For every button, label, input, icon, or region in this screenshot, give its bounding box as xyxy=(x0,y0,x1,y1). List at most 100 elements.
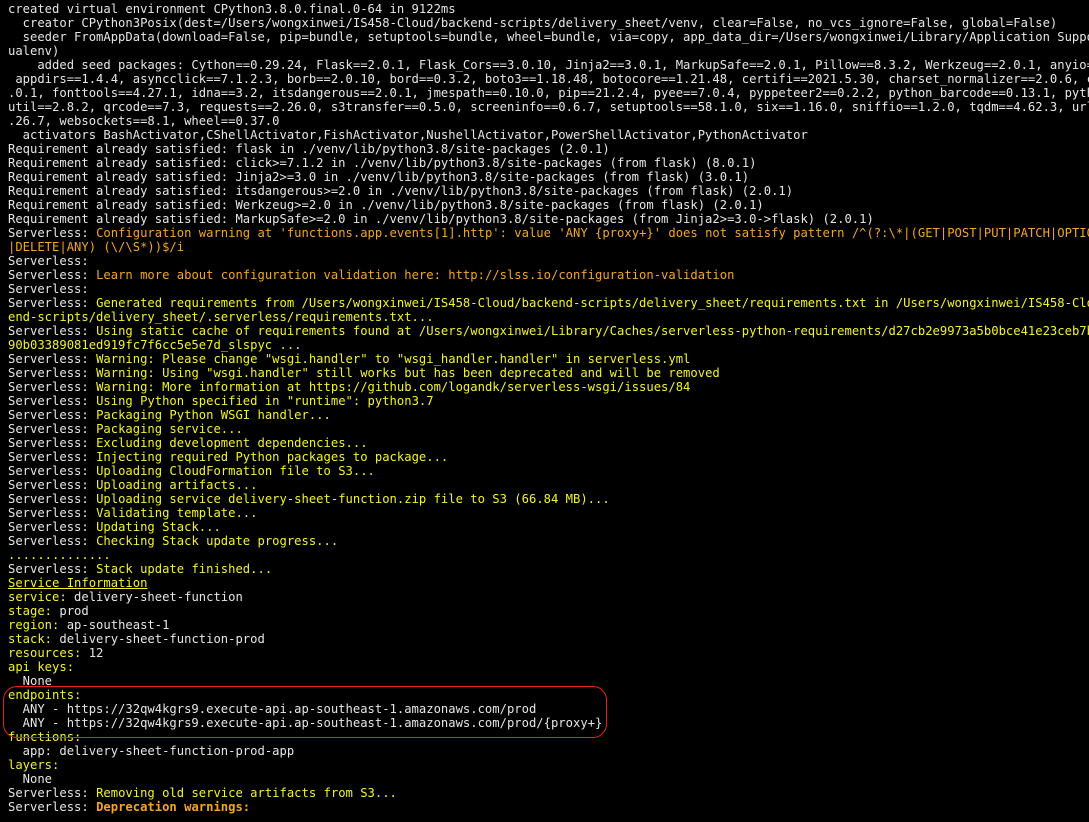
terminal-text: Requirement already satisfied: flask in … xyxy=(8,142,610,156)
terminal-text: .............. xyxy=(8,548,111,562)
terminal-text: Deprecation warnings: xyxy=(96,800,251,814)
terminal-text: Serverless: xyxy=(8,492,97,506)
terminal-text: Serverless: xyxy=(8,282,89,296)
terminal-line: Serverless: Configuration warning at 'fu… xyxy=(8,226,1089,240)
terminal-text: Warning: Using "wsgi.handler" still work… xyxy=(96,366,720,380)
terminal-line: Serverless: Stack update finished... xyxy=(8,562,1089,576)
terminal-text: 90b03389081ed919fc7f6cc5e5e7d_slspyc ... xyxy=(8,338,302,352)
terminal-text: Using Python specified in "runtime": pyt… xyxy=(96,394,434,408)
terminal-text: created virtual environment CPython3.8.0… xyxy=(8,2,456,16)
terminal-line: None xyxy=(8,772,1089,786)
terminal-line: layers: xyxy=(8,758,1089,772)
terminal-line: Serverless: Injecting required Python pa… xyxy=(8,450,1089,464)
terminal-line: Serverless: Uploading CloudFormation fil… xyxy=(8,464,1089,478)
terminal-line: Serverless: Learn more about configurati… xyxy=(8,268,1089,282)
terminal-text: Serverless: xyxy=(8,534,97,548)
terminal-text: region: xyxy=(8,618,67,632)
terminal-text: delivery-sheet-function-prod-app xyxy=(59,744,295,758)
terminal-text: Serverless: xyxy=(8,478,97,492)
terminal-text: None xyxy=(8,674,53,688)
terminal-text: Uploading service delivery-sheet-functio… xyxy=(96,492,610,506)
terminal-text: functions: xyxy=(8,730,82,744)
terminal-text: api keys: xyxy=(8,660,75,674)
terminal-line: Requirement already satisfied: click>=7.… xyxy=(8,156,1089,170)
terminal-line: functions: xyxy=(8,730,1089,744)
terminal-text: Warning: More information at https://git… xyxy=(96,380,691,394)
terminal-line: service: delivery-sheet-function xyxy=(8,590,1089,604)
terminal-text: app: xyxy=(8,744,60,758)
terminal-text: None xyxy=(8,772,53,786)
terminal-text: ualenv) xyxy=(8,44,60,58)
terminal-line: Serverless: Deprecation warnings: xyxy=(8,800,1089,814)
terminal-line: api keys: xyxy=(8,660,1089,674)
terminal-line: Serverless: xyxy=(8,254,1089,268)
terminal-line: ANY - https://32qw4kgrs9.execute-api.ap-… xyxy=(8,702,1089,716)
terminal-line: Serverless: Using static cache of requir… xyxy=(8,324,1089,338)
terminal-text: Learn more about configuration validatio… xyxy=(96,268,735,282)
terminal-line: app: delivery-sheet-function-prod-app xyxy=(8,744,1089,758)
terminal-text: Serverless: xyxy=(8,352,97,366)
terminal-text: .0.1, fonttools==4.27.1, idna==3.2, itsd… xyxy=(8,86,1089,100)
terminal-output[interactable]: created virtual environment CPython3.8.0… xyxy=(0,0,1089,822)
terminal-line: Serverless: Validating template... xyxy=(8,506,1089,520)
terminal-text: Configuration warning at 'functions.app.… xyxy=(96,226,1089,240)
terminal-text: util==2.8.2, qrcode==7.3, requests==2.26… xyxy=(8,100,1089,114)
terminal-line: Serverless: Updating Stack... xyxy=(8,520,1089,534)
terminal-text: Injecting required Python packages to pa… xyxy=(96,450,449,464)
terminal-text: Serverless: xyxy=(8,450,97,464)
terminal-text: Serverless: xyxy=(8,296,97,310)
terminal-text: Excluding development dependencies... xyxy=(96,436,368,450)
terminal-line: Serverless: Using Python specified in "r… xyxy=(8,394,1089,408)
terminal-text: .26.7, websockets==8.1, wheel==0.37.0 xyxy=(8,114,280,128)
terminal-text: Requirement already satisfied: itsdanger… xyxy=(8,184,794,198)
terminal-text: Serverless: xyxy=(8,226,97,240)
terminal-text: Generated requirements from /Users/wongx… xyxy=(96,296,1089,310)
terminal-line: |DELETE|ANY) (\/\S*))$/i xyxy=(8,240,1089,254)
terminal-line: resources: 12 xyxy=(8,646,1089,660)
terminal-line: Serverless: Packaging Python WSGI handle… xyxy=(8,408,1089,422)
terminal-line: stage: prod xyxy=(8,604,1089,618)
terminal-text: Warning: Please change "wsgi.handler" to… xyxy=(96,352,691,366)
terminal-text: Removing old service artifacts from S3..… xyxy=(96,786,397,800)
terminal-text: Serverless: xyxy=(8,506,97,520)
terminal-text: Serverless: xyxy=(8,520,97,534)
terminal-line: .............. xyxy=(8,548,1089,562)
terminal-text: end-scripts/delivery_sheet/.serverless/r… xyxy=(8,310,434,324)
terminal-text: layers: xyxy=(8,758,60,772)
terminal-line: added seed packages: Cython==0.29.24, Fl… xyxy=(8,58,1089,72)
terminal-line: Serverless: Warning: More information at… xyxy=(8,380,1089,394)
terminal-lines: created virtual environment CPython3.8.0… xyxy=(8,2,1089,814)
terminal-line: Requirement already satisfied: Werkzeug>… xyxy=(8,198,1089,212)
terminal-text: stage: xyxy=(8,604,60,618)
terminal-text: stack: xyxy=(8,632,60,646)
terminal-line: region: ap-southeast-1 xyxy=(8,618,1089,632)
terminal-line: Requirement already satisfied: Jinja2>=3… xyxy=(8,170,1089,184)
terminal-line: Requirement already satisfied: MarkupSaf… xyxy=(8,212,1089,226)
terminal-line: Serverless: Checking Stack update progre… xyxy=(8,534,1089,548)
terminal-line: stack: delivery-sheet-function-prod xyxy=(8,632,1089,646)
terminal-text: 12 xyxy=(88,646,104,660)
terminal-text: endpoints: xyxy=(8,688,82,702)
terminal-line: Serverless: Removing old service artifac… xyxy=(8,786,1089,800)
terminal-text: prod xyxy=(59,604,89,618)
terminal-text: Stack update finished... xyxy=(96,562,273,576)
terminal-text: Serverless: xyxy=(8,800,97,814)
terminal-text: ANY - https://32qw4kgrs9.execute-api.ap-… xyxy=(8,716,603,730)
terminal-text: Uploading CloudFormation file to S3... xyxy=(96,464,375,478)
terminal-text: appdirs==1.4.4, asyncclick==7.1.2.3, bor… xyxy=(8,72,1089,86)
terminal-line: Requirement already satisfied: itsdanger… xyxy=(8,184,1089,198)
terminal-text: Updating Stack... xyxy=(96,520,221,534)
terminal-text: Serverless: xyxy=(8,786,97,800)
terminal-text: delivery-sheet-function-prod xyxy=(59,632,265,646)
terminal-line: Serverless: Excluding development depend… xyxy=(8,436,1089,450)
terminal-text: seeder FromAppData(download=False, pip=b… xyxy=(8,30,1089,44)
terminal-line: end-scripts/delivery_sheet/.serverless/r… xyxy=(8,310,1089,324)
terminal-line: None xyxy=(8,674,1089,688)
terminal-line: appdirs==1.4.4, asyncclick==7.1.2.3, bor… xyxy=(8,72,1089,86)
terminal-line: 90b03389081ed919fc7f6cc5e5e7d_slspyc ... xyxy=(8,338,1089,352)
terminal-line: Serverless: Uploading artifacts... xyxy=(8,478,1089,492)
terminal-text: delivery-sheet-function xyxy=(74,590,243,604)
terminal-text: activators BashActivator,CShellActivator… xyxy=(8,128,808,142)
terminal-text: service: xyxy=(8,590,75,604)
terminal-text: added seed packages: Cython==0.29.24, Fl… xyxy=(8,58,1089,72)
